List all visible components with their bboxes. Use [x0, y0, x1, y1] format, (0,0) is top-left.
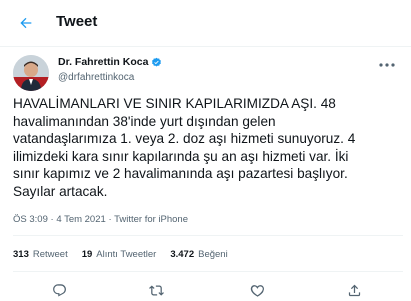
tweet-date[interactable]: 4 Tem 2021: [56, 214, 105, 225]
likes-count: 3.472: [170, 249, 195, 260]
retweet-icon: [148, 284, 164, 296]
share-button[interactable]: [345, 281, 363, 299]
tweet-line: HAVALİMANLARI VE SINIR KAPILARIMIZDA AŞI…: [13, 96, 336, 111]
reply-icon: [52, 283, 66, 296]
share-icon: [348, 284, 360, 296]
arrow-left-icon: [20, 17, 32, 29]
quotes-stat[interactable]: 19 Alıntı Tweetler: [82, 249, 157, 260]
tweet-line: sınır kapımız ve 2 havalimanında aşı paz…: [13, 166, 348, 182]
tweet-line: vatandaşlarımıza 1. veya 2. doz aşı hizm…: [13, 131, 356, 147]
retweets-label: Retweet: [32, 249, 68, 260]
avatar-image: [13, 55, 49, 91]
tweet-stats: 313 Retweet 19 Alıntı Tweetler 3.472 Beğ…: [13, 249, 228, 260]
top-bar: Tweet: [0, 0, 411, 46]
quotes-count: 19: [81, 249, 93, 260]
tweet-time[interactable]: ÖS 3:09: [13, 214, 48, 225]
stats-divider: [13, 271, 403, 272]
tweet-text: HAVALİMANLARI VE SINIR KAPILARIMIZDA AŞI…: [13, 95, 405, 201]
page-title: Tweet: [56, 13, 98, 30]
tweet-line: ilimizdeki kara sınır kapılarında şu an …: [13, 148, 349, 164]
avatar[interactable]: [13, 55, 49, 91]
like-icon: [250, 284, 264, 297]
retweet-button[interactable]: [147, 281, 165, 299]
like-button[interactable]: [248, 281, 266, 299]
tweet-meta: ÖS 3:09 · 4 Tem 2021 · Twitter for iPhon…: [13, 214, 188, 225]
verified-badge-icon: [152, 57, 162, 66]
more-icon: [379, 63, 395, 67]
likes-stat[interactable]: 3.472 Beğeni: [170, 249, 227, 260]
more-options-button[interactable]: [376, 58, 398, 72]
quotes-label: Alıntı Tweetler: [96, 249, 157, 260]
back-button[interactable]: [14, 11, 38, 35]
tweet-line: Sayılar artacak.: [13, 183, 108, 199]
meta-separator: ·: [108, 214, 112, 225]
tweet-line: havalimanından 38'inde yurt dışından gel…: [13, 113, 276, 129]
header-divider: [0, 46, 411, 47]
retweets-count: 313: [13, 249, 29, 260]
retweets-stat[interactable]: 313 Retweet: [13, 249, 68, 260]
author-name[interactable]: Dr. Fahrettin Koca: [58, 56, 148, 68]
likes-label: Beğeni: [198, 249, 228, 260]
meta-separator: ·: [50, 214, 54, 225]
tweet-source[interactable]: Twitter for iPhone: [114, 214, 188, 225]
action-bar: [0, 281, 411, 299]
reply-button[interactable]: [50, 281, 68, 299]
meta-divider: [13, 235, 403, 236]
author-handle[interactable]: @drfahrettinkoca: [58, 72, 134, 83]
author-name-row[interactable]: Dr. Fahrettin Koca: [58, 56, 162, 68]
